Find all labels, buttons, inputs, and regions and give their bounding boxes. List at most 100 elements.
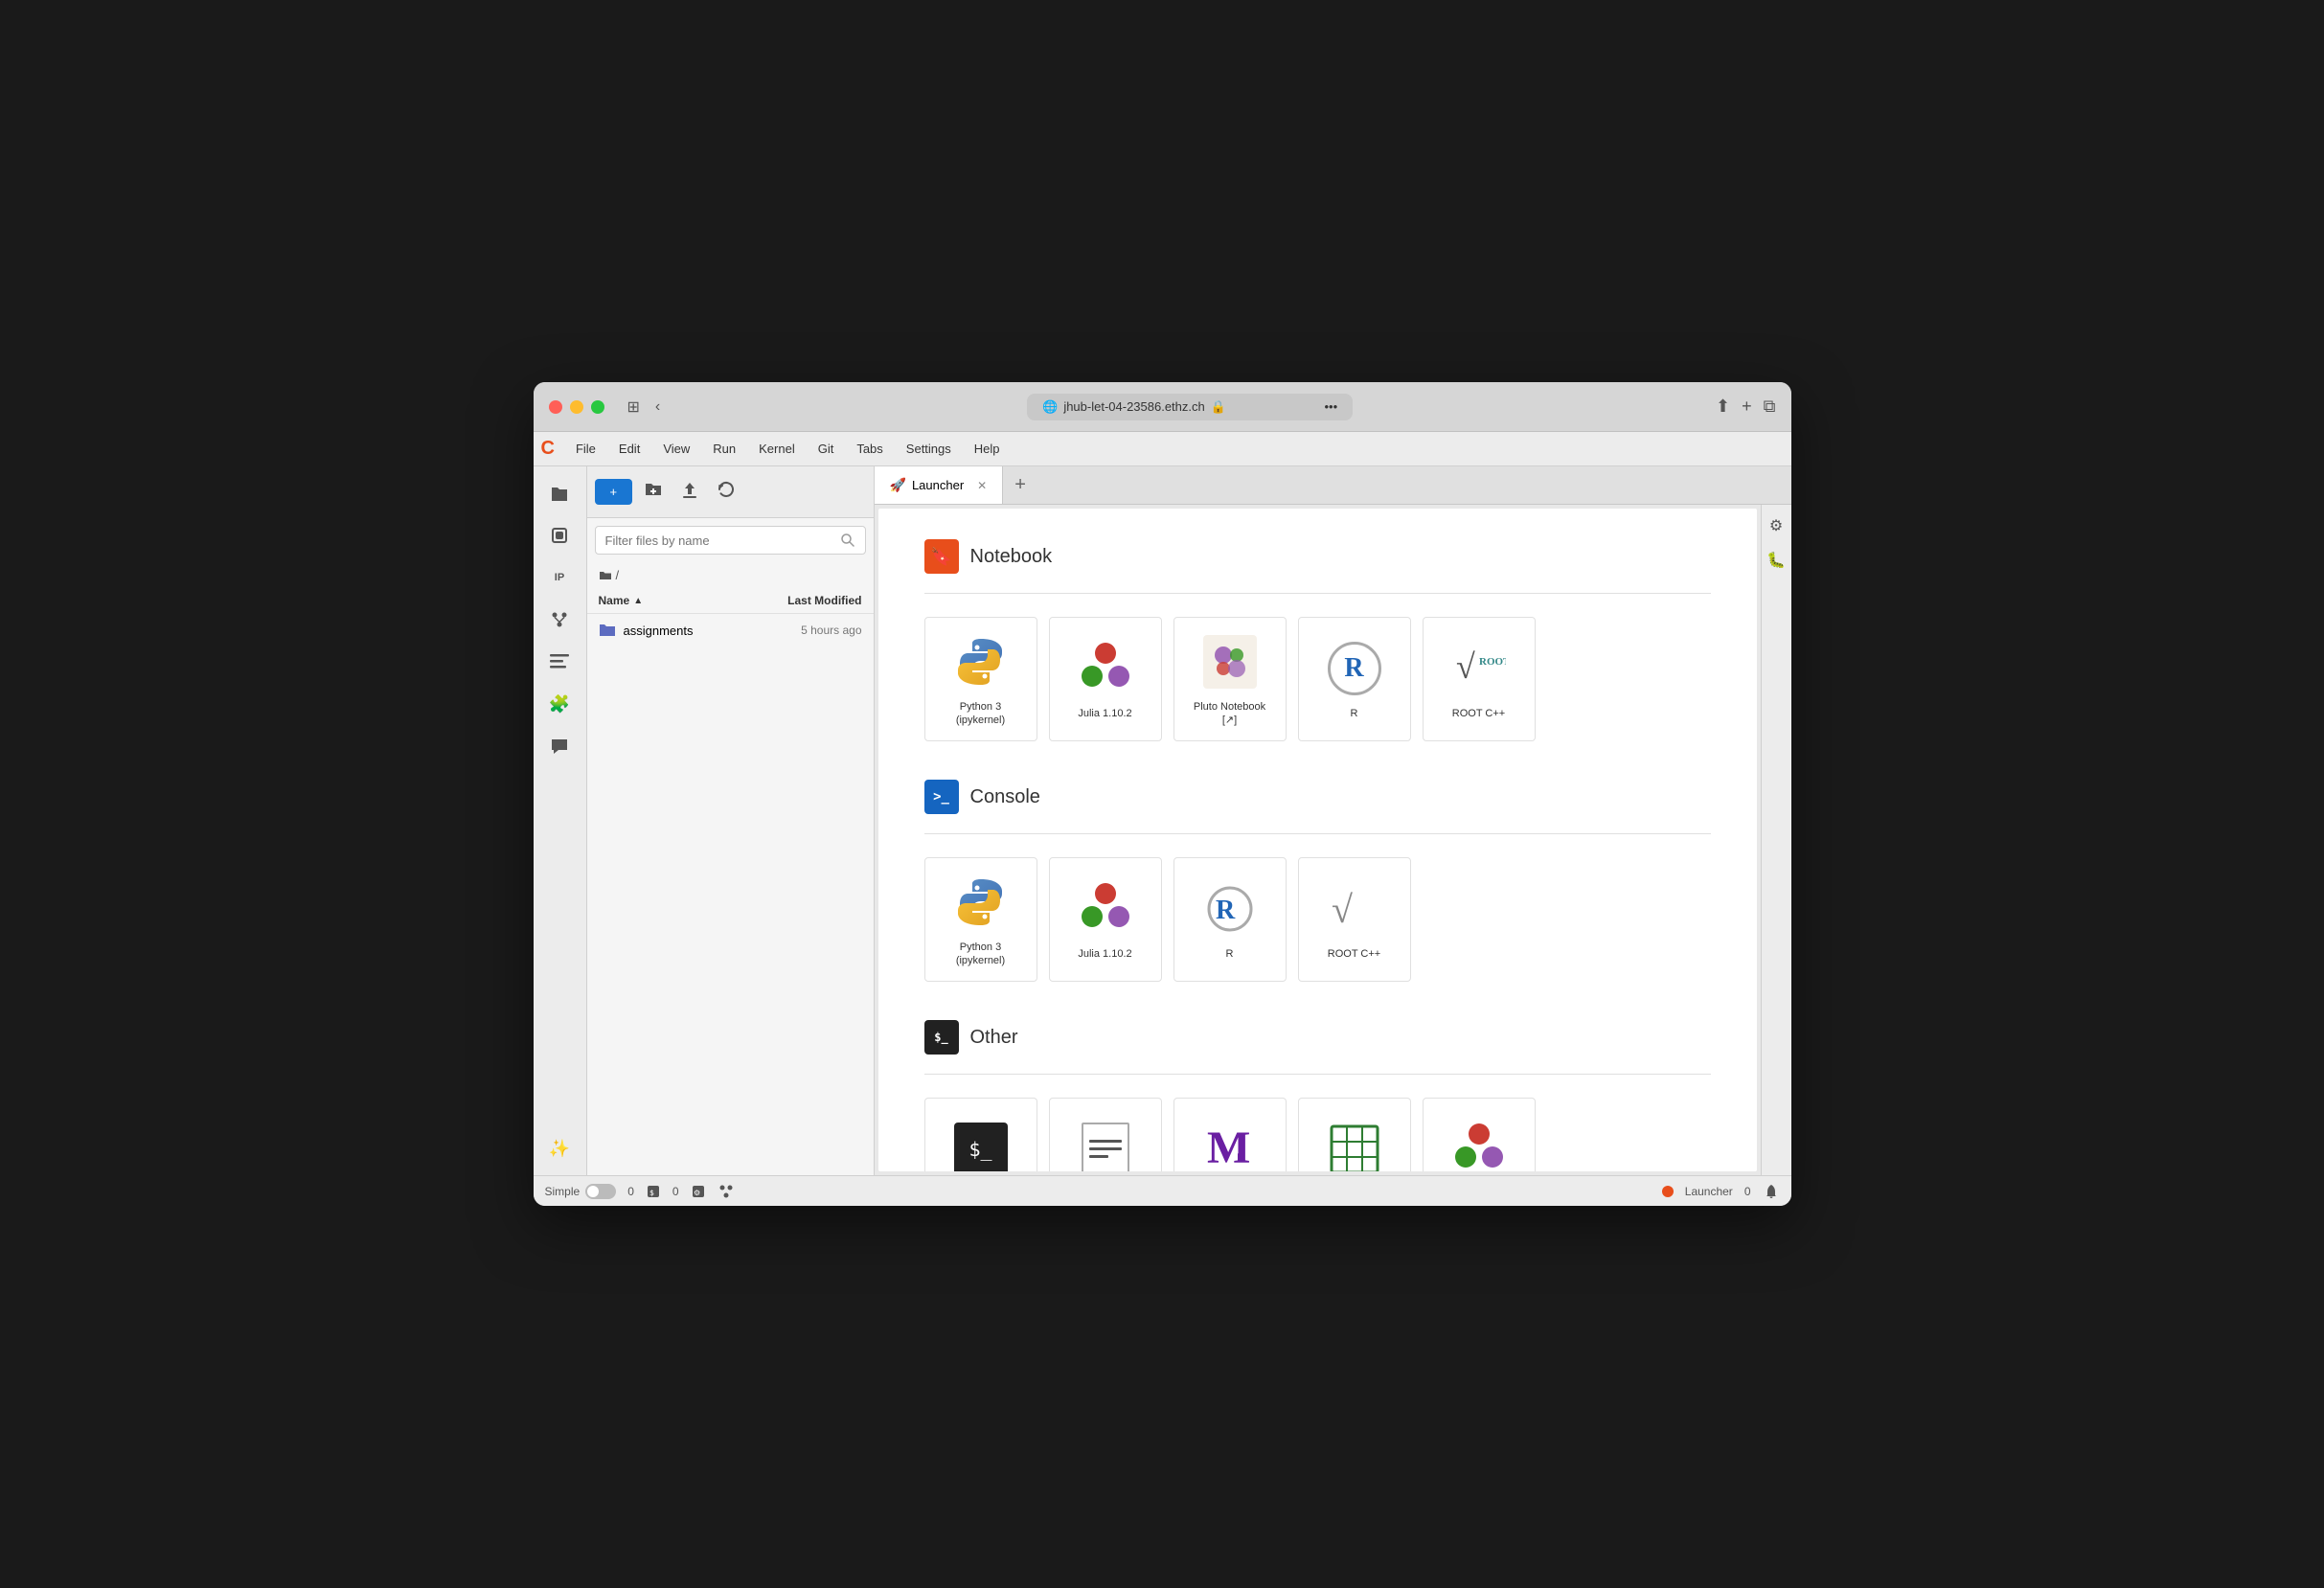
sidebar-running-button[interactable] xyxy=(540,516,579,555)
notebook-section-icon: 🔖 xyxy=(924,539,959,574)
address-bar: 🌐 jhub-let-04-23586.ethz.ch 🔒 ••• xyxy=(675,394,1704,420)
status-launcher-label: Launcher xyxy=(1685,1185,1733,1198)
list-item[interactable]: assignments 5 hours ago xyxy=(587,614,874,647)
tab-launcher[interactable]: 🚀 Launcher ✕ xyxy=(875,466,1004,504)
status-icon1: $ xyxy=(646,1184,661,1199)
simple-toggle[interactable] xyxy=(585,1184,616,1199)
python-console-logo xyxy=(950,872,1012,933)
r-logo: R xyxy=(1324,638,1385,699)
menu-tabs[interactable]: Tabs xyxy=(847,438,892,460)
launcher-content: 🔖 Notebook xyxy=(878,509,1757,1171)
kernel-card-julia-file[interactable]: Julia File xyxy=(1423,1098,1536,1171)
app-window: ⊞ ‹ 🌐 jhub-let-04-23586.ethz.ch 🔒 ••• ⬆ … xyxy=(534,382,1791,1206)
simple-label: Simple xyxy=(545,1185,581,1198)
new-folder-button[interactable] xyxy=(638,474,669,510)
content-area: 🚀 Launcher ✕ + 🔖 Notebook xyxy=(875,466,1791,1175)
kernel-card-julia-notebook[interactable]: Julia 1.10.2 xyxy=(1049,617,1162,741)
console-section-icon: >_ xyxy=(924,780,959,814)
kernel-card-r-console[interactable]: R R xyxy=(1173,857,1287,982)
sidebar-chat-button[interactable] xyxy=(540,727,579,765)
console-section-header: >_ Console xyxy=(924,780,1711,814)
notebook-divider xyxy=(924,593,1711,594)
svg-text:R: R xyxy=(1216,896,1236,925)
globe-icon: 🌐 xyxy=(1042,399,1058,415)
status-git-icon xyxy=(718,1183,735,1200)
kernel-card-pluto-notebook[interactable]: Pluto Notebook[↗] xyxy=(1173,617,1287,741)
file-name: assignments xyxy=(624,624,794,638)
menu-git[interactable]: Git xyxy=(809,438,844,460)
kernel-card-textfile[interactable]: Text File xyxy=(1049,1098,1162,1171)
kernel-card-python3-notebook[interactable]: Python 3(ipykernel) xyxy=(924,617,1037,741)
kernel-card-markdown[interactable]: M Markdown File xyxy=(1173,1098,1287,1171)
textfile-logo xyxy=(1075,1119,1136,1171)
notebook-kernels-grid: Python 3(ipykernel) Julia xyxy=(924,617,1711,741)
close-button[interactable] xyxy=(549,400,562,414)
back-button[interactable]: ‹ xyxy=(651,394,664,420)
kernel-name-r-notebook: R xyxy=(1351,707,1358,720)
sidebar-toggle-button[interactable]: ⊞ xyxy=(624,394,644,420)
root-console-logo: √ xyxy=(1324,878,1385,940)
other-section-header: $_ Other xyxy=(924,1020,1711,1055)
menu-kernel[interactable]: Kernel xyxy=(749,438,805,460)
maximize-button[interactable] xyxy=(591,400,604,414)
kernel-name-python3-console: Python 3(ipykernel) xyxy=(956,941,1005,968)
menu-file[interactable]: File xyxy=(566,438,605,460)
tab-close-button[interactable]: ✕ xyxy=(977,479,987,492)
python-logo xyxy=(950,631,1012,692)
nav-buttons: ⊞ ‹ xyxy=(624,394,665,420)
sidebar-extensions-button[interactable]: 🧩 xyxy=(540,685,579,723)
new-tab-button[interactable]: + xyxy=(1742,397,1752,417)
share-button[interactable]: ⬆ xyxy=(1716,397,1730,417)
file-search-bar[interactable] xyxy=(595,526,866,555)
lock-icon: 🔒 xyxy=(1211,399,1226,415)
sidebar-toc-button[interactable] xyxy=(540,643,579,681)
minimize-button[interactable] xyxy=(570,400,583,414)
app-logo: C xyxy=(541,438,555,460)
notebook-section-header: 🔖 Notebook xyxy=(924,539,1711,574)
folder-icon xyxy=(599,569,612,582)
kernel-name-julia-notebook: Julia 1.10.2 xyxy=(1078,707,1131,720)
julia-logo xyxy=(1075,638,1136,699)
kernel-card-r-notebook[interactable]: R R xyxy=(1298,617,1411,741)
url-text: jhub-let-04-23586.ethz.ch xyxy=(1063,399,1204,414)
menu-settings[interactable]: Settings xyxy=(897,438,961,460)
svg-text:√: √ xyxy=(1456,647,1475,686)
kernel-card-terminal[interactable]: $_ Terminal xyxy=(924,1098,1037,1171)
status-bell-count: 0 xyxy=(1744,1185,1751,1198)
file-list-header: Name ▲ Last Modified xyxy=(587,588,874,614)
kernel-card-julia-console[interactable]: Julia 1.10.2 xyxy=(1049,857,1162,982)
modified-column-header: Last Modified xyxy=(787,594,861,607)
menu-help[interactable]: Help xyxy=(965,438,1010,460)
menu-run[interactable]: Run xyxy=(703,438,745,460)
simple-mode: Simple xyxy=(545,1184,617,1199)
sidebar-right-button[interactable]: ⧉ xyxy=(1764,397,1776,417)
new-tab-button[interactable]: + xyxy=(1003,466,1037,504)
refresh-button[interactable] xyxy=(711,474,741,510)
debug-button[interactable]: 🐛 xyxy=(1763,547,1789,574)
toggle-knob xyxy=(587,1186,599,1197)
kernel-card-root-notebook[interactable]: √ ROOT ROOT C++ xyxy=(1423,617,1536,741)
tab-launcher-icon: 🚀 xyxy=(890,477,906,493)
menu-edit[interactable]: Edit xyxy=(609,438,649,460)
svg-text:⚙: ⚙ xyxy=(694,1189,700,1197)
sidebar-magic-button[interactable]: ✨ xyxy=(540,1129,579,1168)
status-icon2: ⚙ xyxy=(691,1184,706,1199)
tabs-bar: 🚀 Launcher ✕ + xyxy=(875,466,1791,505)
upload-button[interactable] xyxy=(674,474,705,510)
other-section-title: Other xyxy=(970,1027,1018,1049)
kernel-card-root-console[interactable]: √ ROOT C++ xyxy=(1298,857,1411,982)
kernel-card-python3-console[interactable]: Python 3(ipykernel) xyxy=(924,857,1037,982)
settings-right-button[interactable]: ⚙ xyxy=(1766,512,1787,539)
kernel-card-csv[interactable]: CSV File xyxy=(1298,1098,1411,1171)
console-kernels-grid: Python 3(ipykernel) Julia xyxy=(924,857,1711,982)
sidebar-ip-button[interactable]: IP xyxy=(540,558,579,597)
new-launcher-button[interactable]: + xyxy=(595,479,633,505)
statusbar: Simple 0 $ 0 ⚙ Launcher 0 xyxy=(534,1175,1791,1206)
pluto-logo xyxy=(1199,631,1261,692)
menu-view[interactable]: View xyxy=(653,438,699,460)
url-display[interactable]: 🌐 jhub-let-04-23586.ethz.ch 🔒 ••• xyxy=(1027,394,1353,420)
menubar: C File Edit View Run Kernel Git Tabs Set… xyxy=(534,432,1791,466)
sidebar-git-button[interactable] xyxy=(540,601,579,639)
sidebar-files-button[interactable] xyxy=(540,474,579,512)
file-search-input[interactable] xyxy=(605,533,834,548)
